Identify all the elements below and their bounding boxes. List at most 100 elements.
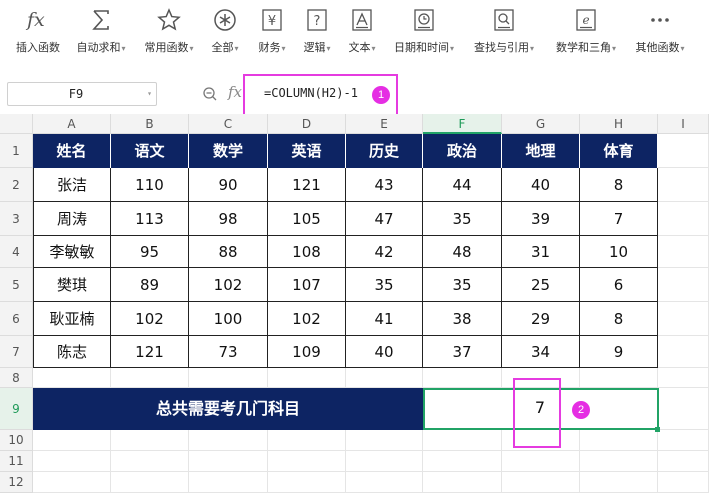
empty-cell[interactable] <box>33 430 111 451</box>
empty-cell[interactable] <box>423 472 502 493</box>
table-cell[interactable]: 113 <box>111 202 189 236</box>
empty-cell[interactable] <box>423 451 502 472</box>
row-header-6[interactable]: 6 <box>0 302 33 336</box>
table-cell[interactable]: 47 <box>346 202 423 236</box>
empty-cell[interactable] <box>658 302 709 336</box>
all-functions-button[interactable]: 全部▾ <box>205 6 245 62</box>
empty-cell[interactable] <box>189 430 268 451</box>
table-cell[interactable]: 35 <box>423 268 502 302</box>
table-cell[interactable]: 109 <box>268 336 346 368</box>
table-cell[interactable]: 121 <box>111 336 189 368</box>
column-header-h[interactable]: H <box>580 114 658 134</box>
empty-cell[interactable] <box>658 236 709 268</box>
empty-cell[interactable] <box>33 472 111 493</box>
autosum-button[interactable]: 自动求和▾ <box>70 6 132 62</box>
logic-button[interactable]: ? 逻辑▾ <box>297 6 337 62</box>
table-cell[interactable]: 102 <box>268 302 346 336</box>
empty-cell[interactable] <box>268 430 346 451</box>
row-header-7[interactable]: 7 <box>0 336 33 368</box>
row-header-5[interactable]: 5 <box>0 268 33 302</box>
table-cell[interactable]: 121 <box>268 168 346 202</box>
empty-cell[interactable] <box>502 472 580 493</box>
empty-cell[interactable] <box>658 451 709 472</box>
empty-cell[interactable] <box>346 430 423 451</box>
row-header-1[interactable]: 1 <box>0 134 33 168</box>
other-functions-button[interactable]: 其他函数▾ <box>630 6 690 62</box>
table-cell[interactable]: 41 <box>346 302 423 336</box>
row-header-12[interactable]: 12 <box>0 472 33 493</box>
table-cell[interactable]: 43 <box>346 168 423 202</box>
column-header-d[interactable]: D <box>268 114 346 134</box>
table-cell[interactable]: 周涛 <box>33 202 111 236</box>
table-cell[interactable]: 44 <box>423 168 502 202</box>
empty-cell[interactable] <box>111 451 189 472</box>
empty-cell[interactable] <box>268 368 346 388</box>
name-box[interactable]: F9 ▾ <box>7 82 157 106</box>
table-cell[interactable]: 陈志 <box>33 336 111 368</box>
table-cell[interactable]: 张洁 <box>33 168 111 202</box>
empty-cell[interactable] <box>580 368 658 388</box>
empty-cell[interactable] <box>33 451 111 472</box>
empty-cell[interactable] <box>268 472 346 493</box>
row-header-2[interactable]: 2 <box>0 168 33 202</box>
table-cell[interactable]: 29 <box>502 302 580 336</box>
select-all-corner[interactable] <box>0 114 33 134</box>
table-cell[interactable]: 90 <box>189 168 268 202</box>
table-cell[interactable]: 7 <box>580 202 658 236</box>
fx-icon[interactable]: fx <box>228 83 242 101</box>
table-header-cell[interactable]: 数学 <box>189 134 268 168</box>
table-cell[interactable]: 38 <box>423 302 502 336</box>
fill-handle[interactable] <box>655 427 660 432</box>
row-header-9[interactable]: 9 <box>0 388 33 430</box>
empty-cell[interactable] <box>423 430 502 451</box>
empty-cell[interactable] <box>111 472 189 493</box>
empty-cell[interactable] <box>658 430 709 451</box>
empty-cell[interactable] <box>658 202 709 236</box>
empty-cell[interactable] <box>580 472 658 493</box>
empty-cell[interactable] <box>658 268 709 302</box>
table-cell[interactable]: 42 <box>346 236 423 268</box>
table-cell[interactable]: 8 <box>580 168 658 202</box>
table-cell[interactable]: 105 <box>268 202 346 236</box>
insert-function-button[interactable]: fx 插入函数 <box>10 6 66 62</box>
table-cell[interactable]: 107 <box>268 268 346 302</box>
row-header-4[interactable]: 4 <box>0 236 33 268</box>
table-cell[interactable]: 89 <box>111 268 189 302</box>
table-header-cell[interactable]: 体育 <box>580 134 658 168</box>
row-header-11[interactable]: 11 <box>0 451 33 472</box>
column-header-i[interactable]: I <box>658 114 709 134</box>
table-header-cell[interactable]: 语文 <box>111 134 189 168</box>
table-cell[interactable]: 6 <box>580 268 658 302</box>
empty-cell[interactable] <box>658 168 709 202</box>
date-time-button[interactable]: 日期和时间▾ <box>388 6 460 62</box>
empty-cell[interactable] <box>502 451 580 472</box>
column-header-b[interactable]: B <box>111 114 189 134</box>
empty-cell[interactable] <box>658 134 709 168</box>
table-cell[interactable]: 35 <box>423 202 502 236</box>
empty-cell[interactable] <box>658 368 709 388</box>
table-cell[interactable]: 102 <box>111 302 189 336</box>
table-header-cell[interactable]: 姓名 <box>33 134 111 168</box>
table-header-cell[interactable]: 政治 <box>423 134 502 168</box>
table-cell[interactable]: 31 <box>502 236 580 268</box>
table-cell[interactable]: 102 <box>189 268 268 302</box>
column-header-g[interactable]: G <box>502 114 580 134</box>
empty-cell[interactable] <box>658 472 709 493</box>
empty-cell[interactable] <box>423 368 502 388</box>
column-header-e[interactable]: E <box>346 114 423 134</box>
table-cell[interactable]: 98 <box>189 202 268 236</box>
table-cell[interactable]: 73 <box>189 336 268 368</box>
lookup-reference-button[interactable]: 查找与引用▾ <box>468 6 540 62</box>
table-header-cell[interactable]: 历史 <box>346 134 423 168</box>
empty-cell[interactable] <box>580 430 658 451</box>
empty-cell[interactable] <box>268 451 346 472</box>
table-cell[interactable]: 40 <box>346 336 423 368</box>
empty-cell[interactable] <box>346 451 423 472</box>
table-cell[interactable]: 48 <box>423 236 502 268</box>
common-functions-button[interactable]: 常用函数▾ <box>138 6 200 62</box>
finance-button[interactable]: ¥ 财务▾ <box>252 6 292 62</box>
empty-cell[interactable] <box>658 336 709 368</box>
table-cell[interactable]: 95 <box>111 236 189 268</box>
table-cell[interactable]: 40 <box>502 168 580 202</box>
column-header-a[interactable]: A <box>33 114 111 134</box>
